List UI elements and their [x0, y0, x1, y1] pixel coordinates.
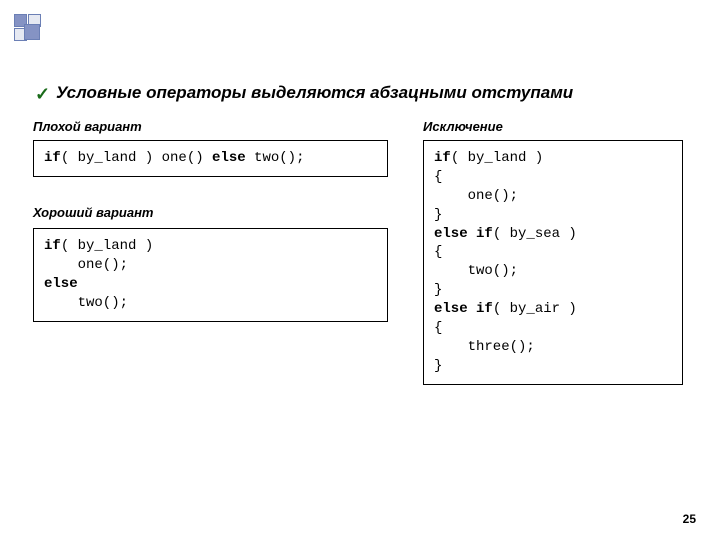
code-text: two();: [246, 150, 305, 166]
label-bad-variant: Плохой вариант: [33, 119, 142, 134]
code-text: ( by_land ) one(): [61, 150, 212, 166]
code-line: {: [434, 320, 442, 336]
code-line: three();: [434, 339, 535, 355]
slide-heading: Условные операторы выделяются абзацными …: [56, 83, 573, 103]
keyword-if: if: [44, 238, 61, 254]
code-line: }: [434, 358, 442, 374]
code-line: }: [434, 207, 442, 223]
code-line: two();: [434, 263, 518, 279]
keyword-else: else: [212, 150, 246, 166]
code-text: ( by_land ): [61, 238, 153, 254]
keyword-else-if: else if: [434, 301, 493, 317]
code-text: ( by_air ): [493, 301, 577, 317]
code-line: one();: [44, 257, 128, 273]
page-number: 25: [683, 512, 696, 526]
code-box-exception: if( by_land ) { one(); } else if( by_sea…: [423, 140, 683, 385]
keyword-else: else: [44, 276, 78, 292]
code-line: {: [434, 169, 442, 185]
keyword-if: if: [44, 150, 61, 166]
label-exception: Исключение: [423, 119, 503, 134]
code-line: {: [434, 244, 442, 260]
code-line: }: [434, 282, 442, 298]
keyword-else-if: else if: [434, 226, 493, 242]
code-line: one();: [434, 188, 518, 204]
code-box-good: if( by_land ) one(); else two();: [33, 228, 388, 322]
code-text: ( by_land ): [451, 150, 543, 166]
keyword-if: if: [434, 150, 451, 166]
code-text: ( by_sea ): [493, 226, 577, 242]
label-good-variant: Хороший вариант: [33, 205, 154, 220]
code-line: two();: [44, 295, 128, 311]
code-box-bad: if( by_land ) one() else two();: [33, 140, 388, 177]
check-icon: ✓: [35, 84, 50, 105]
